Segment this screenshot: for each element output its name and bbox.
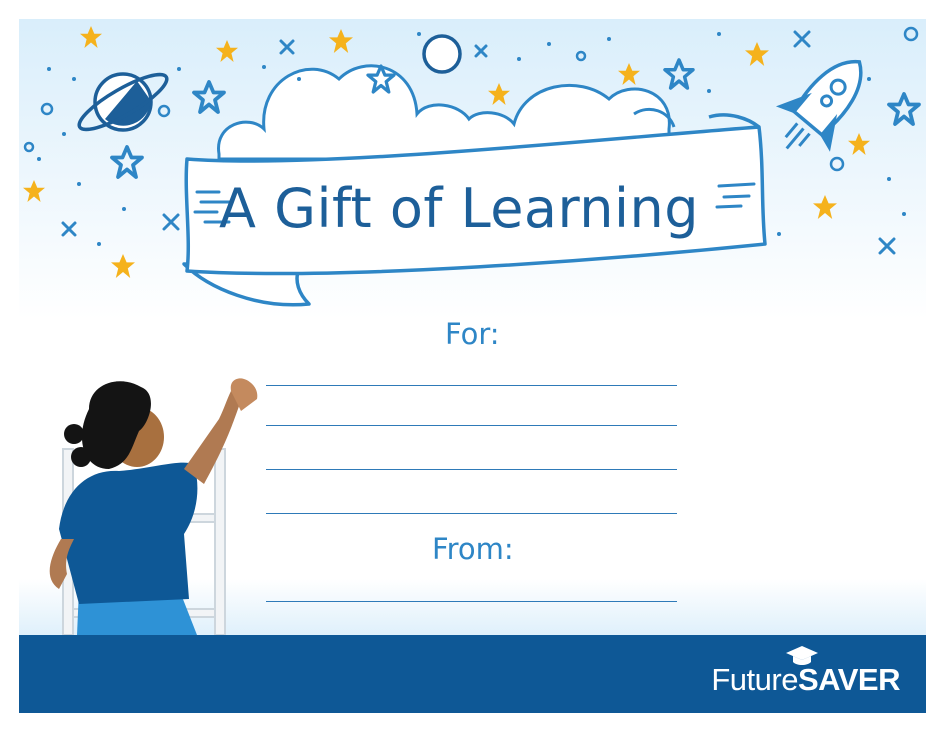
footer-bar: FutureSAVER xyxy=(19,635,926,713)
brand-part-2: SAVER xyxy=(797,662,901,697)
from-line[interactable] xyxy=(266,601,677,602)
illustration xyxy=(23,26,921,636)
planet-icon xyxy=(77,72,169,132)
for-line-1[interactable] xyxy=(266,385,677,386)
for-line-2[interactable] xyxy=(266,425,677,426)
moon-icon xyxy=(422,34,462,74)
for-label: For: xyxy=(445,317,500,351)
brand-logo: FutureSAVER xyxy=(711,646,901,698)
brand-part-1: Future xyxy=(711,662,798,697)
page-title: A Gift of Learning xyxy=(219,177,699,240)
for-line-4[interactable] xyxy=(266,513,677,514)
for-line-3[interactable] xyxy=(266,469,677,470)
gift-certificate: A Gift of Learning For: From: FutureSAVE… xyxy=(19,19,926,713)
girl-illustration xyxy=(49,378,258,635)
rocket-icon xyxy=(775,60,863,152)
from-label: From: xyxy=(432,532,514,566)
graduation-cap-icon xyxy=(786,646,819,665)
